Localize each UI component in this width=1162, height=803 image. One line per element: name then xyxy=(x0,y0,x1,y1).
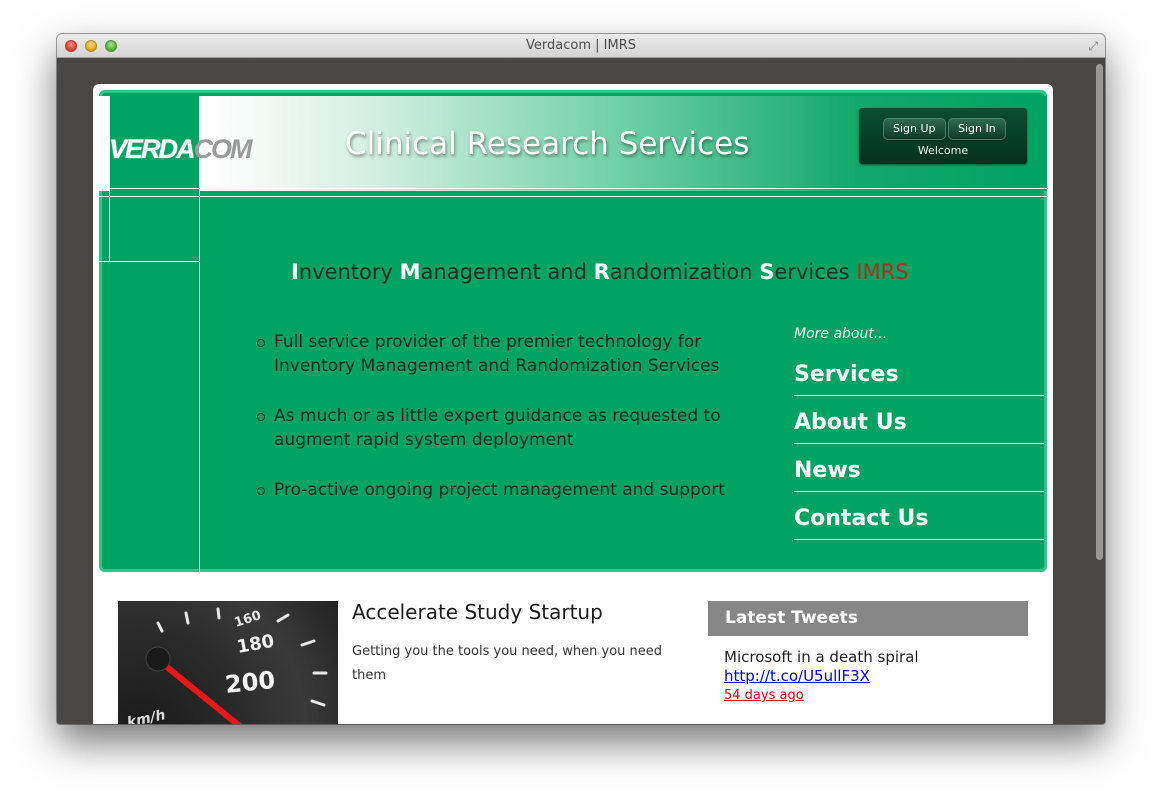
more-about-label: More about... xyxy=(794,326,888,342)
grid-line xyxy=(99,188,1047,189)
window-title: Verdacom | IMRS xyxy=(526,38,636,53)
gauge-label-200: 200 xyxy=(224,666,277,699)
gauge-label-160: 160 xyxy=(233,608,263,631)
imrs-subtitle: Inventory Management and Randomization S… xyxy=(291,260,909,284)
subtitle-word: nventory xyxy=(298,260,393,284)
subtitle-word: anagement and xyxy=(420,260,587,284)
sign-up-button[interactable]: Sign Up xyxy=(883,118,946,140)
speedometer-graphic: 160 180 200 km/h xyxy=(126,607,328,724)
tweet-text: Microsoft in a death spiral xyxy=(724,648,919,666)
hero-panel: VERDACOM Clinical Research Services Sign… xyxy=(99,90,1047,572)
vertical-scrollbar[interactable] xyxy=(1096,64,1103,560)
grid-line xyxy=(109,96,110,262)
nav-link-about-us[interactable]: About Us xyxy=(794,396,1044,444)
bullet-item: Pro-active ongoing project management an… xyxy=(257,478,727,502)
latest-tweets-header: Latest Tweets xyxy=(708,601,1028,636)
feature-bullet-list: Full service provider of the premier tec… xyxy=(257,330,727,528)
nav-link-contact-us[interactable]: Contact Us xyxy=(794,492,1044,540)
web-viewport: VERDACOM Clinical Research Services Sign… xyxy=(57,58,1105,724)
gauge-label-180: 180 xyxy=(235,631,276,658)
grid-line xyxy=(99,196,1047,197)
grid-line xyxy=(99,261,199,262)
auth-panel: Sign Up Sign In Welcome xyxy=(859,108,1027,164)
browser-window: Verdacom | IMRS ⤢ VERDACOM Clinical Rese… xyxy=(57,34,1105,724)
tweet-timestamp-link[interactable]: 54 days ago xyxy=(724,688,804,703)
bullet-item: Full service provider of the premier tec… xyxy=(257,330,727,378)
logo-text-com: COM xyxy=(193,134,253,164)
speedometer-image: 160 180 200 km/h xyxy=(118,601,338,724)
subtitle-initial: S xyxy=(759,260,775,284)
imrs-acronym: IMRS xyxy=(856,260,909,284)
title-bar[interactable]: Verdacom | IMRS ⤢ xyxy=(57,34,1105,58)
nav-link-services[interactable]: Services xyxy=(794,348,1044,396)
logo-text-verda: VERDA xyxy=(109,134,196,164)
subtitle-initial: I xyxy=(291,260,299,284)
page-container: VERDACOM Clinical Research Services Sign… xyxy=(93,84,1053,724)
gauge-hub xyxy=(145,646,171,672)
feature-description: Getting you the tools you need, when you… xyxy=(352,644,663,683)
more-about-nav: Services About Us News Contact Us xyxy=(794,348,1044,540)
subtitle-initial: M xyxy=(399,260,421,284)
subtitle-word: andomization xyxy=(609,260,753,284)
nav-link-news[interactable]: News xyxy=(794,444,1044,492)
sign-in-button[interactable]: Sign In xyxy=(948,118,1006,140)
welcome-text: Welcome xyxy=(917,144,969,157)
feature-title: Accelerate Study Startup xyxy=(352,600,603,624)
gauge-unit-label: km/h xyxy=(126,707,167,724)
subtitle-initial: R xyxy=(593,260,610,284)
tweet-link[interactable]: http://t.co/U5ullF3X xyxy=(724,667,870,685)
grid-line xyxy=(199,96,200,572)
verdacom-logo[interactable]: VERDACOM xyxy=(109,134,253,165)
bullet-item: As much or as little expert guidance as … xyxy=(257,404,727,452)
subtitle-word: ervices xyxy=(774,260,850,284)
site-title: Clinical Research Services xyxy=(345,126,750,162)
fullscreen-icon[interactable]: ⤢ xyxy=(1088,39,1098,54)
